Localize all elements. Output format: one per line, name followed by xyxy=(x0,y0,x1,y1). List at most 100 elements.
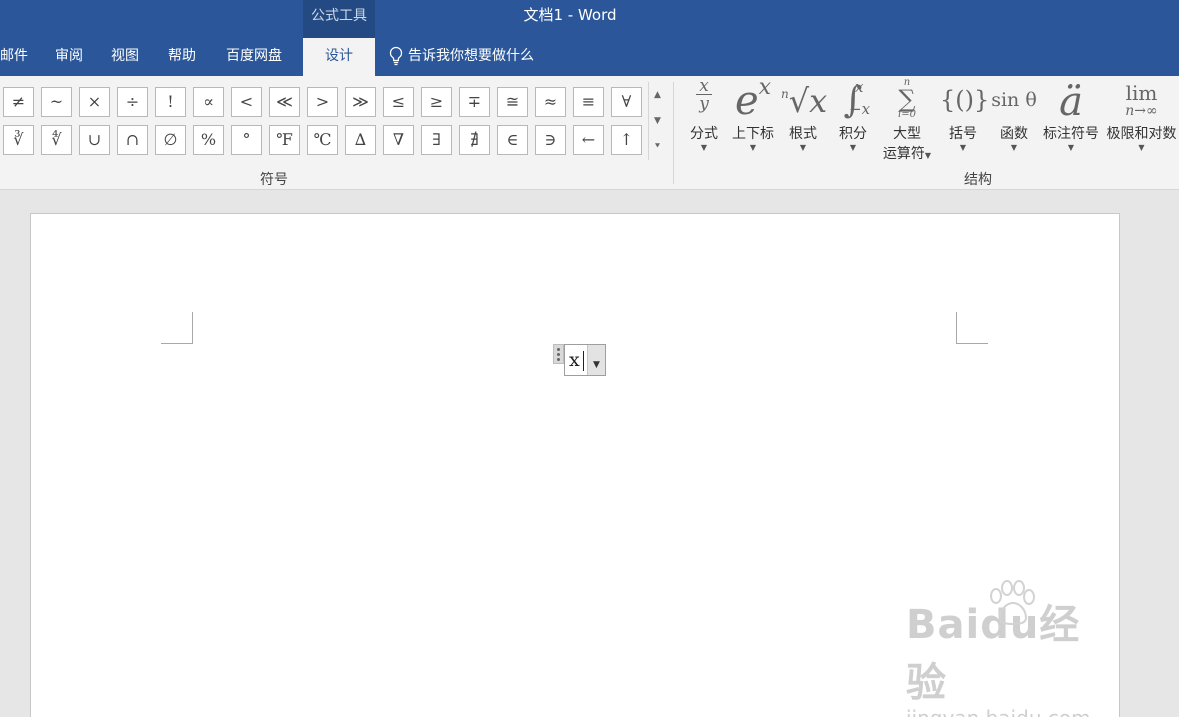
chevron-down-icon: ▼ xyxy=(700,143,708,152)
chevron-down-icon: ▼ xyxy=(593,360,600,370)
symbol-cube-root[interactable]: ∛ xyxy=(3,125,34,155)
bracket-label: 括号 xyxy=(949,126,977,142)
symbol-element-of[interactable]: ∈ xyxy=(497,125,528,155)
symbol-tilde[interactable]: ~ xyxy=(41,87,72,117)
chevron-down-icon: ▼ xyxy=(1010,143,1018,152)
symbol-times[interactable]: × xyxy=(79,87,110,117)
equation-text: x xyxy=(569,349,580,371)
script-label: 上下标 xyxy=(732,126,774,142)
symbol-percent[interactable]: % xyxy=(193,125,224,155)
ribbon: ≠ ~ × ÷ ! ∝ < ≪ > ≫ ≤ ≥ ∓ ≅ ≈ ≡ ∀ ∛ ∜ ∪ … xyxy=(0,75,1179,190)
symbol-approx[interactable]: ≈ xyxy=(535,87,566,117)
symbol-for-all[interactable]: ∀ xyxy=(611,87,642,117)
gallery-scroll-up-button[interactable]: ▲ xyxy=(649,82,666,108)
chevron-down-icon: ▼ xyxy=(749,143,757,152)
limit-log-button[interactable]: lim n→∞ 极限和对数 ▼ xyxy=(1104,78,1179,153)
tab-review[interactable]: 审阅 xyxy=(55,38,95,76)
symbol-much-greater[interactable]: ≫ xyxy=(345,87,376,117)
large-operator-button[interactable]: n ∑ i=0 大型 运算符▼ xyxy=(878,78,936,163)
chevron-down-icon: ▼ xyxy=(849,143,857,152)
tab-view[interactable]: 视图 xyxy=(111,38,151,76)
tab-design[interactable]: 设计 xyxy=(303,38,375,76)
symbol-not-equal[interactable]: ≠ xyxy=(3,87,34,117)
accent-button[interactable]: ä 标注符号 ▼ xyxy=(1040,78,1102,153)
symbol-nabla[interactable]: ∇ xyxy=(383,125,414,155)
symbol-congruent[interactable]: ≅ xyxy=(497,87,528,117)
watermark-sub: jingyan.baidu.com xyxy=(906,706,1119,717)
symbol-much-less[interactable]: ≪ xyxy=(269,87,300,117)
symbol-less-than[interactable]: < xyxy=(231,87,262,117)
gallery-scrollbar: ▲ ▼ ⯆ xyxy=(648,82,665,160)
symbol-union[interactable]: ∪ xyxy=(79,125,110,155)
symbol-celsius[interactable]: ℃ xyxy=(307,125,338,155)
symbol-left-arrow[interactable]: ← xyxy=(573,125,604,155)
symbol-not-exists[interactable]: ∄ xyxy=(459,125,490,155)
chevron-down-icon: ▼ xyxy=(1138,143,1145,152)
radical-label: 根式 xyxy=(789,126,817,142)
tell-me-search[interactable]: 告诉我你想要做什么 xyxy=(388,38,534,76)
accent-label: 标注符号 xyxy=(1043,126,1099,142)
gallery-expand-button[interactable]: ⯆ xyxy=(649,134,666,160)
fraction-icon: x y xyxy=(684,78,724,122)
accent-icon: ä xyxy=(1059,79,1083,125)
equation-box[interactable]: x ▼ xyxy=(564,344,606,376)
symbol-proportional[interactable]: ∝ xyxy=(193,87,224,117)
chevron-down-icon: ▼ xyxy=(1067,143,1075,152)
structures-group-label: 结构 xyxy=(964,172,992,188)
symbol-minus-plus[interactable]: ∓ xyxy=(459,87,490,117)
limit-log-label: 极限和对数 xyxy=(1106,126,1177,142)
limit-log-icon: lim n→∞ xyxy=(1125,81,1158,119)
tab-mailings[interactable]: 邮件 xyxy=(0,38,36,76)
symbol-factorial[interactable]: ! xyxy=(155,87,186,117)
lightbulb-icon xyxy=(389,46,403,66)
chevron-down-icon: ▼ xyxy=(799,143,807,152)
symbol-identical[interactable]: ≡ xyxy=(573,87,604,117)
symbol-intersection[interactable]: ∩ xyxy=(117,125,148,155)
paw-logo-icon xyxy=(990,580,1035,626)
symbol-fahrenheit[interactable]: ℉ xyxy=(269,125,300,155)
chevron-down-icon: ▼ xyxy=(959,143,967,152)
tell-me-label: 告诉我你想要做什么 xyxy=(408,48,534,64)
bracket-button[interactable]: {()} 括号 ▼ xyxy=(940,78,990,153)
symbol-less-equal[interactable]: ≤ xyxy=(383,87,414,117)
fraction-button[interactable]: x y 分式 ▼ xyxy=(684,78,724,153)
function-button[interactable]: sin θ 函数 ▼ xyxy=(990,78,1038,153)
symbol-divide[interactable]: ÷ xyxy=(117,87,148,117)
text-cursor xyxy=(583,351,584,371)
script-button[interactable]: ex 上下标 ▼ xyxy=(728,75,778,153)
symbol-contains[interactable]: ∋ xyxy=(535,125,566,155)
group-divider xyxy=(673,82,674,184)
fraction-label: 分式 xyxy=(690,126,718,142)
title-bar: 公式工具 文档1 - Word 邮件 审阅 视图 帮助 百度网盘 设计 告诉我你… xyxy=(0,0,1179,76)
symbol-fourth-root[interactable]: ∜ xyxy=(41,125,72,155)
symbol-exists[interactable]: ∃ xyxy=(421,125,452,155)
document-title: 文档1 - Word xyxy=(523,6,617,24)
tab-help[interactable]: 帮助 xyxy=(168,38,208,76)
radical-icon: n√x xyxy=(781,82,828,120)
symbol-increment[interactable]: ∆ xyxy=(345,125,376,155)
integral-icon: ∫ x −x xyxy=(843,78,871,121)
function-label: 函数 xyxy=(1000,126,1028,142)
symbol-greater-than[interactable]: > xyxy=(307,87,338,117)
integral-button[interactable]: ∫ x −x 积分 ▼ xyxy=(831,78,875,153)
tab-baidu-netdisk[interactable]: 百度网盘 xyxy=(226,38,296,76)
document-page[interactable]: x ▼ Baidu经验 jingyan.baidu.com xyxy=(30,213,1120,717)
symbol-greater-equal[interactable]: ≥ xyxy=(421,87,452,117)
large-operator-label-2: 运算符▼ xyxy=(882,146,932,162)
large-operator-label-1: 大型 xyxy=(893,126,921,142)
symbol-up-arrow[interactable]: ↑ xyxy=(611,125,642,155)
script-icon: ex xyxy=(734,75,772,124)
gallery-scroll-down-button[interactable]: ▼ xyxy=(649,108,666,134)
symbol-gallery: ≠ ~ × ÷ ! ∝ < ≪ > ≫ ≤ ≥ ∓ ≅ ≈ ≡ ∀ ∛ ∜ ∪ … xyxy=(0,82,666,160)
crop-mark-left xyxy=(161,312,193,344)
function-icon: sin θ xyxy=(991,89,1037,111)
equation-drag-handle[interactable] xyxy=(553,344,564,364)
symbols-group-label: 符号 xyxy=(260,172,288,188)
bracket-icon: {()} xyxy=(940,86,990,114)
integral-label: 积分 xyxy=(839,126,867,142)
radical-button[interactable]: n√x 根式 ▼ xyxy=(781,78,828,153)
crop-mark-right xyxy=(956,312,988,344)
symbol-empty-set[interactable]: ∅ xyxy=(155,125,186,155)
equation-options-dropdown[interactable]: ▼ xyxy=(587,345,605,375)
symbol-degree[interactable]: ° xyxy=(231,125,262,155)
